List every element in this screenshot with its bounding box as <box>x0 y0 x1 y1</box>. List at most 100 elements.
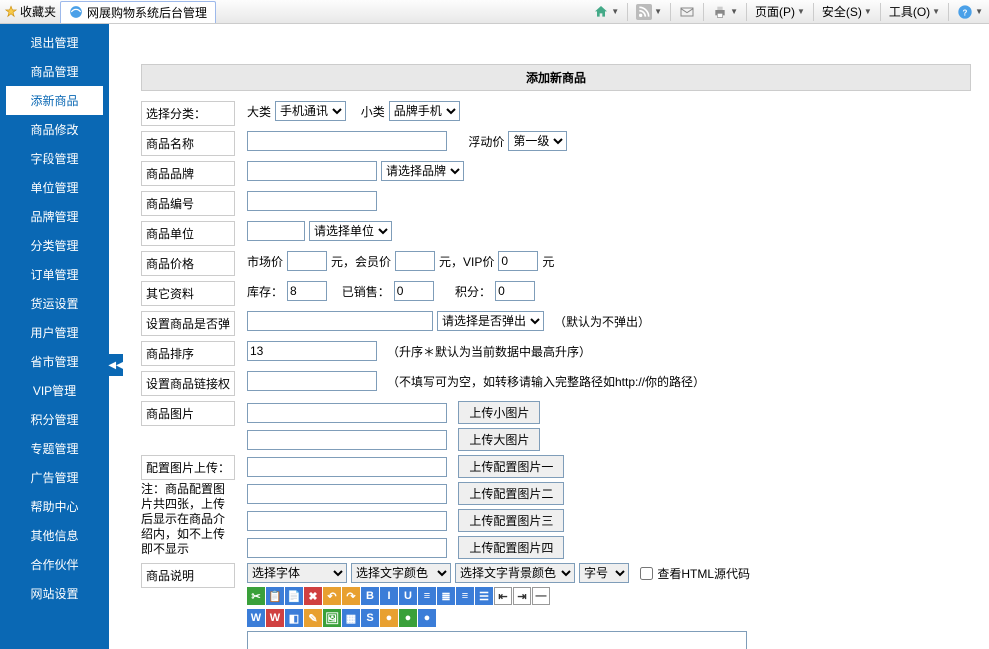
small-img-input[interactable] <box>247 403 447 423</box>
vip-price-input[interactable] <box>498 251 538 271</box>
sidebar-item-15[interactable]: 广告管理 <box>0 463 109 492</box>
upload-small-img-button[interactable]: 上传小图片 <box>458 401 540 424</box>
editor-icon[interactable]: W <box>247 609 265 627</box>
label-cfg: 配置图片上传： <box>141 455 235 480</box>
editor-underline-icon[interactable]: U <box>399 587 417 605</box>
sidebar-item-10[interactable]: 用户管理 <box>0 318 109 347</box>
stock-input[interactable] <box>287 281 327 301</box>
sidebar-item-14[interactable]: 专题管理 <box>0 434 109 463</box>
home-button[interactable]: ▼ <box>591 3 621 21</box>
page-menu[interactable]: 页面(P) ▼ <box>753 2 807 21</box>
editor-icon[interactable]: W <box>266 609 284 627</box>
float-price-select[interactable]: 第一级 <box>508 131 567 151</box>
editor-align-left-icon[interactable]: ≡ <box>418 587 436 605</box>
editor-font-select[interactable]: 选择字体 <box>247 563 347 583</box>
sidebar-item-7[interactable]: 分类管理 <box>0 231 109 260</box>
sidebar-item-0[interactable]: 退出管理 <box>0 28 109 57</box>
sold-input[interactable] <box>394 281 434 301</box>
editor-icon[interactable]: ● <box>399 609 417 627</box>
favorites-star-icon[interactable] <box>4 5 18 19</box>
editor-align-center-icon[interactable]: ≣ <box>437 587 455 605</box>
cfg-img3-input[interactable] <box>247 511 447 531</box>
sidebar-item-18[interactable]: 合作伙伴 <box>0 550 109 579</box>
big-img-input[interactable] <box>247 430 447 450</box>
member-price-input[interactable] <box>395 251 435 271</box>
sidebar-item-11[interactable]: 省市管理 <box>0 347 109 376</box>
sidebar-item-6[interactable]: 品牌管理 <box>0 202 109 231</box>
sidebar-item-2[interactable]: 添新商品 <box>6 86 103 115</box>
sidebar-item-8[interactable]: 订单管理 <box>0 260 109 289</box>
sidebar-item-17[interactable]: 其他信息 <box>0 521 109 550</box>
safety-menu[interactable]: 安全(S) ▼ <box>820 2 874 21</box>
editor-icon[interactable]: ● <box>418 609 436 627</box>
print-button[interactable]: ▼ <box>710 3 740 21</box>
view-html-checkbox[interactable] <box>640 567 653 580</box>
cfg-img1-input[interactable] <box>247 457 447 477</box>
sidebar-item-3[interactable]: 商品修改 <box>0 115 109 144</box>
unit-select[interactable]: 请选择单位 <box>309 221 392 241</box>
tools-menu[interactable]: 工具(O) ▼ <box>887 2 942 21</box>
sort-input[interactable] <box>247 341 377 361</box>
market-price-input[interactable] <box>287 251 327 271</box>
chevron-down-icon: ▼ <box>975 7 983 16</box>
feed-button[interactable]: ▼ <box>634 3 664 21</box>
editor-textarea[interactable] <box>247 631 747 649</box>
label-desc: 商品说明 <box>141 563 235 588</box>
label-brand: 商品品牌 <box>141 161 235 186</box>
upload-cfg3-button[interactable]: 上传配置图片三 <box>458 509 564 532</box>
brand-select[interactable]: 请选择品牌 <box>381 161 464 181</box>
editor-italic-icon[interactable]: I <box>380 587 398 605</box>
editor-align-right-icon[interactable]: ≡ <box>456 587 474 605</box>
editor-icon[interactable]: 📄 <box>285 587 303 605</box>
editor-icon[interactable]: S <box>361 609 379 627</box>
editor-indent-icon[interactable]: ⇥ <box>513 587 531 605</box>
sidebar-item-13[interactable]: 积分管理 <box>0 405 109 434</box>
upload-cfg1-button[interactable]: 上传配置图片一 <box>458 455 564 478</box>
editor-bold-icon[interactable]: B <box>361 587 379 605</box>
popup-select[interactable]: 请选择是否弹出 <box>437 311 544 331</box>
popup-input[interactable] <box>247 311 433 331</box>
favorites-label[interactable]: 收藏夹 <box>20 3 56 20</box>
link-input[interactable] <box>247 371 377 391</box>
sidebar-item-1[interactable]: 商品管理 <box>0 57 109 86</box>
sidebar-item-9[interactable]: 货运设置 <box>0 289 109 318</box>
editor-icon[interactable]: ✎ <box>304 609 322 627</box>
upload-cfg2-button[interactable]: 上传配置图片二 <box>458 482 564 505</box>
editor-bg-select[interactable]: 选择文字背景颜色 <box>455 563 575 583</box>
big-category-label: 大类 <box>247 103 271 120</box>
big-category-select[interactable]: 手机通讯 <box>275 101 346 121</box>
product-name-input[interactable] <box>247 131 447 151</box>
code-input[interactable] <box>247 191 377 211</box>
cfg-img2-input[interactable] <box>247 484 447 504</box>
editor-size-select[interactable]: 字号 <box>579 563 629 583</box>
points-input[interactable] <box>495 281 535 301</box>
editor-color-select[interactable]: 选择文字颜色 <box>351 563 451 583</box>
editor-icon[interactable]: ● <box>380 609 398 627</box>
sidebar-item-4[interactable]: 字段管理 <box>0 144 109 173</box>
editor-icon[interactable]: ✂ <box>247 587 265 605</box>
upload-cfg4-button[interactable]: 上传配置图片四 <box>458 536 564 559</box>
sidebar-item-19[interactable]: 网站设置 <box>0 579 109 608</box>
upload-big-img-button[interactable]: 上传大图片 <box>458 428 540 451</box>
brand-input[interactable] <box>247 161 377 181</box>
editor-outdent-icon[interactable]: ⇤ <box>494 587 512 605</box>
editor-undo-icon[interactable]: ↶ <box>323 587 341 605</box>
editor-image-icon[interactable]: 🖼 <box>323 609 341 627</box>
browser-tab[interactable]: 网展购物系统后台管理 <box>60 1 216 23</box>
cfg-img4-input[interactable] <box>247 538 447 558</box>
mail-button[interactable] <box>677 3 697 21</box>
editor-icon[interactable]: 📋 <box>266 587 284 605</box>
small-category-select[interactable]: 品牌手机 <box>389 101 460 121</box>
unit-input[interactable] <box>247 221 305 241</box>
help-button[interactable]: ? ▼ <box>955 3 985 21</box>
editor-icon[interactable]: ◧ <box>285 609 303 627</box>
sidebar-item-16[interactable]: 帮助中心 <box>0 492 109 521</box>
editor-list-icon[interactable]: ☰ <box>475 587 493 605</box>
sidebar-collapse-button[interactable]: ◀◀ <box>109 354 123 376</box>
sidebar-item-5[interactable]: 单位管理 <box>0 173 109 202</box>
sidebar-item-12[interactable]: VIP管理 <box>0 376 109 405</box>
editor-icon[interactable]: ▦ <box>342 609 360 627</box>
editor-icon[interactable]: ✖ <box>304 587 322 605</box>
editor-hr-icon[interactable]: — <box>532 587 550 605</box>
editor-redo-icon[interactable]: ↷ <box>342 587 360 605</box>
